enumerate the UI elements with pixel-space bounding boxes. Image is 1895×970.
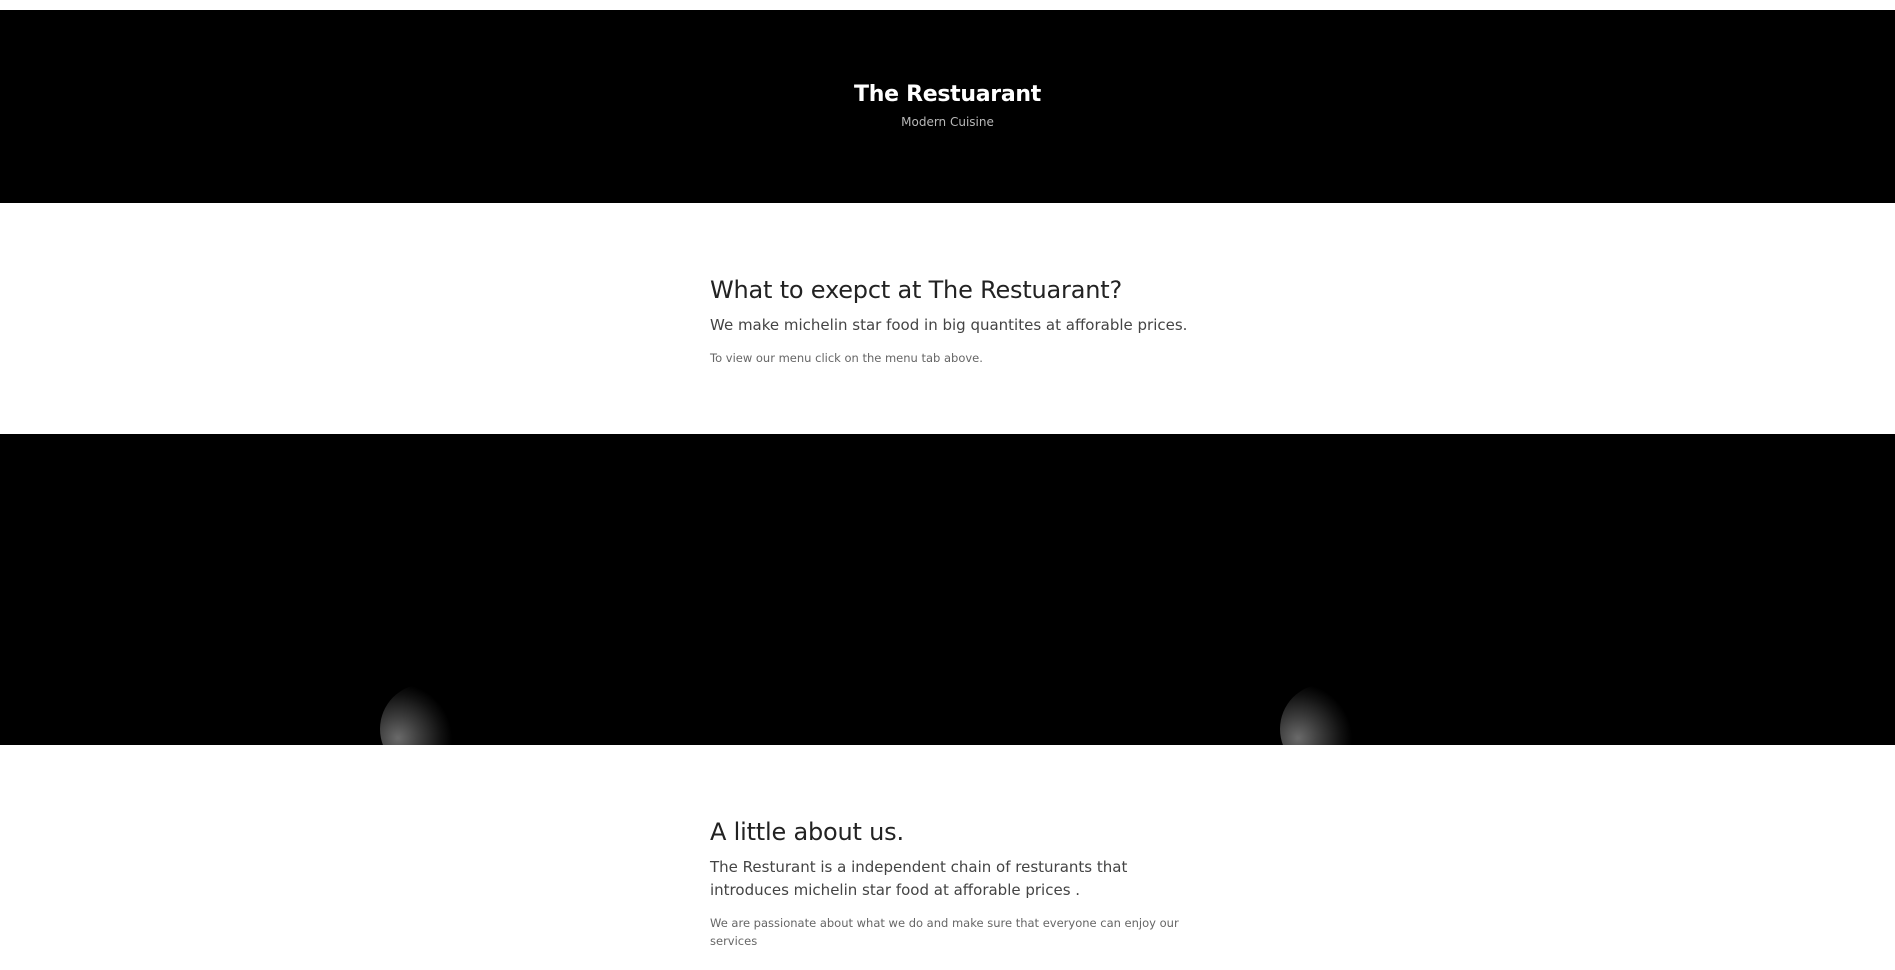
expect-section: What to exepct at The Restuarant? We mak… xyxy=(710,276,1190,367)
about-heading: A little about us. xyxy=(710,818,904,846)
about-section: A little about us. The Resturant is a in… xyxy=(710,818,1190,950)
hero-banner: The Restuarant Modern Cuisine xyxy=(0,10,1895,203)
site-title: The Restuarant xyxy=(854,82,1041,107)
about-note-text: We are passionate about what we do and m… xyxy=(710,916,1179,948)
moon-image xyxy=(380,684,470,745)
expect-note-text: To view our menu click on the menu tab a… xyxy=(710,351,983,365)
site-subtitle: Modern Cuisine xyxy=(901,115,994,129)
parallax-image-band xyxy=(0,434,1895,745)
expect-lead-text: We make michelin star food in big quanti… xyxy=(710,316,1188,334)
expect-heading: What to exepct at The Restuarant? xyxy=(710,276,1122,304)
about-lead-text: The Resturant is a independent chain of … xyxy=(710,858,1128,899)
moon-image xyxy=(1280,684,1370,745)
